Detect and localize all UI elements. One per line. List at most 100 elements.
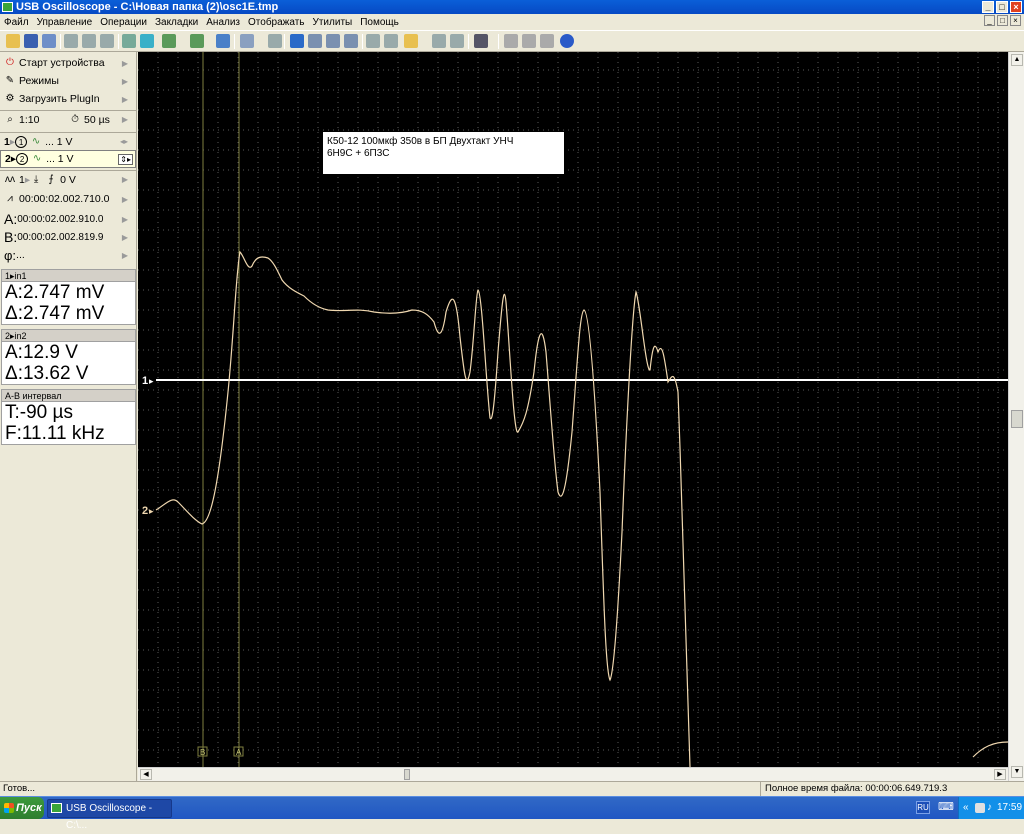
menu-file[interactable]: Файл [0, 17, 33, 28]
scope-canvas[interactable]: B A К50-12 100мкф 350в в БП Двухтакт УНЧ… [138, 52, 1009, 768]
copy-icon[interactable] [64, 34, 78, 48]
vertical-scrollbar[interactable]: ▲ ▼ [1008, 52, 1024, 782]
chevron-right-icon: ▶ [121, 232, 128, 242]
signal-icon: ∿ [32, 153, 42, 164]
status-bar: Готов... Полное время файла: 00:00:06.64… [0, 781, 1024, 796]
menu-display[interactable]: Отображать [244, 17, 308, 28]
channel-2-icon[interactable] [190, 34, 204, 48]
vertical-scroll-thumb[interactable] [1011, 410, 1023, 428]
phase-label: φ: [4, 247, 17, 263]
start-label: Пуск [16, 802, 42, 814]
help-icon[interactable] [560, 34, 574, 48]
undo-icon[interactable] [216, 34, 230, 48]
grid-3-icon[interactable] [540, 34, 554, 48]
channel-1-row[interactable]: 1 ▸ 1 ∿ ... 1 V ◂▸ [0, 132, 136, 150]
channel-1-arrow-icon: ▸ [149, 376, 154, 386]
frame-icon[interactable] [366, 34, 380, 48]
network-icon[interactable] [975, 803, 985, 813]
channel-2-adjust-icon[interactable]: ⇕▸ [118, 153, 133, 165]
save-as-icon[interactable] [42, 34, 56, 48]
channel-1-adjust-icon[interactable]: ◂▸ [120, 137, 128, 146]
marker-icon[interactable] [122, 34, 136, 48]
menu-operations[interactable]: Операции [96, 17, 151, 28]
trigger-icon[interactable] [140, 34, 154, 48]
volume-icon[interactable]: ♪ [987, 797, 992, 819]
channel-1-icon[interactable] [162, 34, 176, 48]
zoom-icon[interactable] [240, 34, 254, 48]
trigger-mode-icon: ᴧᴧ [5, 173, 15, 185]
menu-analysis[interactable]: Анализ [202, 17, 244, 28]
display-icon[interactable] [474, 34, 488, 48]
folder-icon[interactable] [404, 34, 418, 48]
delete-icon[interactable] [450, 34, 464, 48]
menu-bookmarks[interactable]: Закладки [151, 17, 202, 28]
chevron-right-icon: ▶ [121, 175, 128, 184]
taskbar: Пуск USB Oscilloscope - C:\... RU ⌨ « ♪ … [0, 796, 1024, 831]
cursor-a-row[interactable]: A: 00:00:02.002.910.0 ▶ [0, 210, 136, 228]
channel-2-marker[interactable]: 2 [142, 505, 148, 517]
trigger-level-icon: ⨍ [48, 173, 54, 185]
mdi-minimize-button[interactable]: _ [984, 15, 995, 26]
measure-in1-a: A:2.747 mV [5, 282, 105, 303]
mdi-close-button[interactable]: × [1010, 15, 1021, 26]
channel-1-marker[interactable]: 1 [142, 375, 148, 387]
maximize-button[interactable]: □ [996, 1, 1008, 13]
trigger-edge-icon: ⤓ [33, 173, 39, 185]
time-position-row[interactable]: ⩘ 00:00:02.002.710.0 ▶ [0, 190, 136, 208]
cursor-a-time: 00:00:02.002.910.0 [17, 213, 104, 225]
load-plugin-item[interactable]: ⚙ Загрузить PlugIn ▶ [0, 90, 136, 108]
check-down-icon[interactable] [326, 34, 340, 48]
grid-1-icon[interactable] [504, 34, 518, 48]
measure-in2-delta: Δ:13.62 V [5, 363, 89, 384]
list-icon[interactable] [432, 34, 446, 48]
title-bar[interactable]: USB Oscilloscope - C:\Новая папка (2)\os… [0, 0, 1024, 14]
time-position: 00:00:02.002.710.0 [19, 193, 110, 205]
open-icon[interactable] [6, 34, 20, 48]
start-device-item[interactable]: ⏻ Старт устройства ▶ [0, 54, 136, 72]
scroll-up-icon[interactable]: ▲ [1011, 54, 1023, 66]
channel-1-badge-icon: 1 [15, 135, 28, 148]
language-indicator[interactable]: RU [916, 801, 930, 814]
start-button[interactable]: Пуск [0, 797, 44, 819]
scroll-down-icon[interactable]: ▼ [1011, 766, 1023, 778]
menu-help[interactable]: Помощь [356, 17, 403, 28]
cursor-a-tag: A [236, 748, 242, 757]
keyboard-icon[interactable]: ⌨ [938, 801, 954, 814]
zoom-value[interactable]: 1:10 [19, 114, 69, 126]
file-duration: Полное время файла: 00:00:06.649.719.3 [760, 782, 947, 796]
cursor-a-label: A: [4, 211, 18, 227]
phase-row[interactable]: φ: ... ▶ [0, 246, 136, 264]
tool-icon[interactable] [268, 34, 282, 48]
trigger-level: 0 V [60, 173, 76, 186]
scroll-right-icon[interactable]: ▶ [994, 769, 1006, 780]
chevron-right-icon: ▶ [121, 194, 128, 204]
menu-utilities[interactable]: Утилиты [309, 17, 357, 28]
channel-2-row[interactable]: 2 ▸ 2 ∿ ... 1 V ⇕▸ [0, 150, 136, 168]
check-all-icon[interactable] [308, 34, 322, 48]
check-up-icon[interactable] [344, 34, 358, 48]
oscilloscope-app-icon [51, 803, 62, 813]
export-icon[interactable] [384, 34, 398, 48]
check-icon[interactable] [290, 34, 304, 48]
paste-icon[interactable] [82, 34, 96, 48]
tray-expand-icon[interactable]: « [963, 797, 969, 819]
grid-2-icon[interactable] [522, 34, 536, 48]
mdi-restore-button[interactable]: □ [997, 15, 1008, 26]
menu-control[interactable]: Управление [33, 17, 97, 28]
horizontal-scroll-thumb[interactable] [404, 769, 410, 780]
trigger-row[interactable]: ᴧᴧ 1 ▸ ⤓ ⨍ 0 V ▶ [0, 170, 136, 188]
modes-item[interactable]: ✎ Режимы ▶ [0, 72, 136, 90]
close-button[interactable]: × [1010, 1, 1022, 13]
cut-icon[interactable] [100, 34, 114, 48]
status-text: Готов... [3, 783, 36, 794]
oscilloscope-display[interactable]: B A К50-12 100мкф 350в в БП Двухтакт УНЧ… [138, 52, 1009, 768]
taskbar-item-oscilloscope[interactable]: USB Oscilloscope - C:\... [47, 799, 172, 831]
save-icon[interactable] [24, 34, 38, 48]
minimize-button[interactable]: _ [982, 1, 994, 13]
scroll-left-icon[interactable]: ◀ [140, 769, 152, 780]
cursor-b-row[interactable]: B: 00:00:02.002.819.9 ▶ [0, 228, 136, 246]
timebase-value[interactable]: 50 µs [84, 114, 110, 126]
clock[interactable]: 17:59 [997, 797, 1022, 819]
app-window: USB Oscilloscope - C:\Новая папка (2)\os… [0, 0, 1024, 831]
horizontal-scrollbar[interactable]: ◀ ▶ [138, 767, 1008, 781]
